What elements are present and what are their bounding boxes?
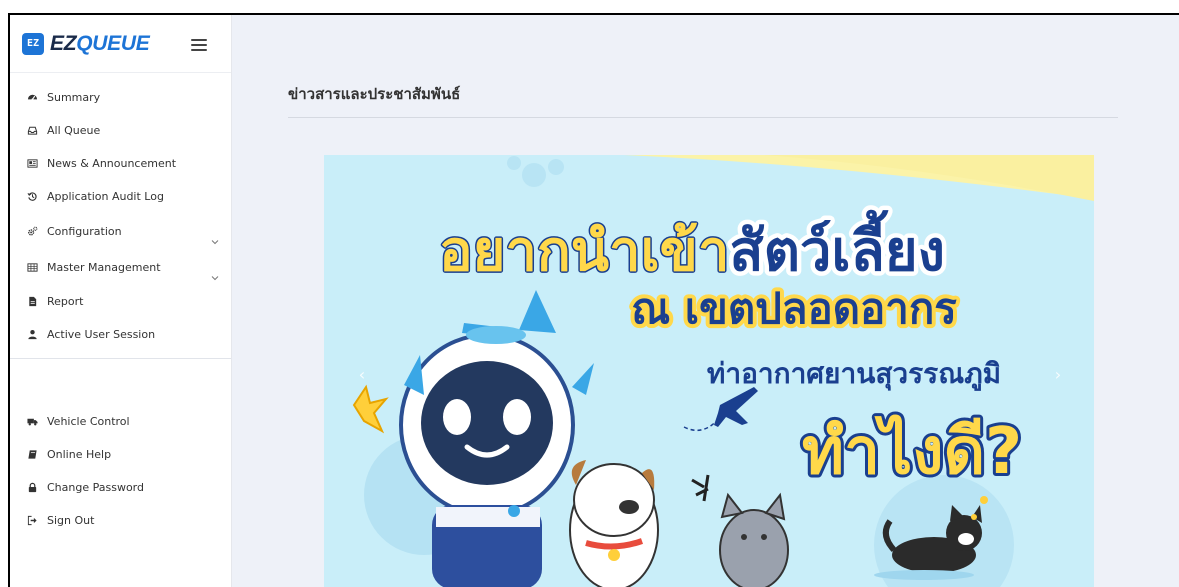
banner-line4: ทำไงดี? [802, 414, 1022, 489]
user-icon [25, 329, 39, 341]
carousel-next-button[interactable]: › [1049, 365, 1067, 384]
sidebar-item-label: Configuration [47, 224, 122, 238]
newspaper-icon [25, 158, 39, 170]
inbox-icon [25, 125, 39, 137]
banner-line2: ณ เขตปลอดอากร [631, 284, 957, 333]
sidebar-item-sign-out[interactable]: Sign Out [10, 504, 231, 537]
sidebar-item-label: Sign Out [47, 514, 95, 527]
page-title: ข่าวสารและประชาสัมพันธ์ [288, 85, 461, 103]
sidebar-item-master-management[interactable]: Master Management [10, 249, 231, 285]
file-icon [25, 296, 39, 308]
sidebar-item-all-queue[interactable]: All Queue [10, 114, 231, 147]
sidebar-item-label: Report [47, 295, 84, 308]
brand-name-part1: EZ [50, 31, 77, 55]
dog-illustration [569, 460, 659, 587]
sidebar-item-change-password[interactable]: Change Password [10, 471, 231, 504]
svg-text:อยากนำเข้าสัตว์เลี้ยง: อยากนำเข้าสัตว์เลี้ยง [439, 210, 945, 284]
brand-name-part2: QUEUE [76, 31, 150, 55]
sidebar-item-online-help[interactable]: Online Help [10, 438, 231, 471]
sidebar-item-label: Summary [47, 91, 101, 104]
sidebar-item-label: Active User Session [47, 328, 156, 341]
sidebar-item-active-user-session[interactable]: Active User Session [10, 318, 231, 351]
main-content: ข่าวสารและประชาสัมพันธ์ อยากนำเข้าสัตว์เ… [232, 15, 1179, 587]
dashboard-icon [25, 92, 39, 104]
sidebar-item-label: All Queue [47, 124, 101, 137]
sidebar-item-configuration[interactable]: Configuration [10, 213, 231, 249]
news-banner-image[interactable]: อยากนำเข้าสัตว์เลี้ยง ณ เขตปลอดอากร ท่าอ… [324, 155, 1094, 587]
banner-line3: ท่าอากาศยานสุวรรณภูมิ [707, 357, 1001, 391]
carousel-prev-button[interactable]: ‹ [353, 365, 371, 384]
hamburger-menu-icon[interactable] [191, 39, 207, 51]
table-icon [25, 261, 39, 273]
history-icon [25, 191, 39, 203]
sidebar-item-label: Change Password [47, 481, 144, 494]
brand-logo-icon: EZ [22, 32, 44, 55]
title-divider [288, 117, 1118, 118]
sidebar-item-label: News & Announcement [47, 157, 177, 170]
sidebar-item-label: Vehicle Control [47, 415, 130, 428]
lock-icon [25, 482, 39, 494]
sign-out-icon [25, 515, 39, 527]
cogs-icon [25, 225, 39, 237]
sidebar-menu: Summary All Queue News & Announcement Ap… [10, 73, 231, 351]
sidebar-item-summary[interactable]: Summary [10, 81, 231, 114]
sidebar-item-vehicle-control[interactable]: Vehicle Control [10, 405, 231, 438]
sidebar-bottom-menu: Vehicle Control Online Help Change Passw… [10, 359, 231, 537]
banner-illustration: อยากนำเข้าสัตว์เลี้ยง ณ เขตปลอดอากร ท่าอ… [324, 155, 1094, 587]
brand-name: EZQUEUE [50, 31, 150, 56]
truck-icon [25, 416, 39, 428]
banner-line1-suffix: สัตว์เลี้ยง [729, 210, 945, 284]
sidebar-item-news-announcement[interactable]: News & Announcement [10, 147, 231, 180]
sidebar-item-label: Online Help [47, 448, 112, 461]
chevron-down-icon[interactable] [211, 274, 219, 282]
sidebar: EZ EZQUEUE Summary All Queue News & Anno… [10, 15, 232, 587]
book-icon [25, 449, 39, 461]
sidebar-item-report[interactable]: Report [10, 285, 231, 318]
chevron-down-icon[interactable] [211, 238, 219, 246]
banner-line1-prefix: อยากนำเข้า [439, 219, 729, 284]
app-window: EZ EZQUEUE Summary All Queue News & Anno… [8, 13, 1179, 587]
sidebar-item-label: Master Management [47, 260, 161, 274]
sidebar-item-audit-log[interactable]: Application Audit Log [10, 180, 231, 213]
sidebar-item-label: Application Audit Log [47, 190, 164, 203]
